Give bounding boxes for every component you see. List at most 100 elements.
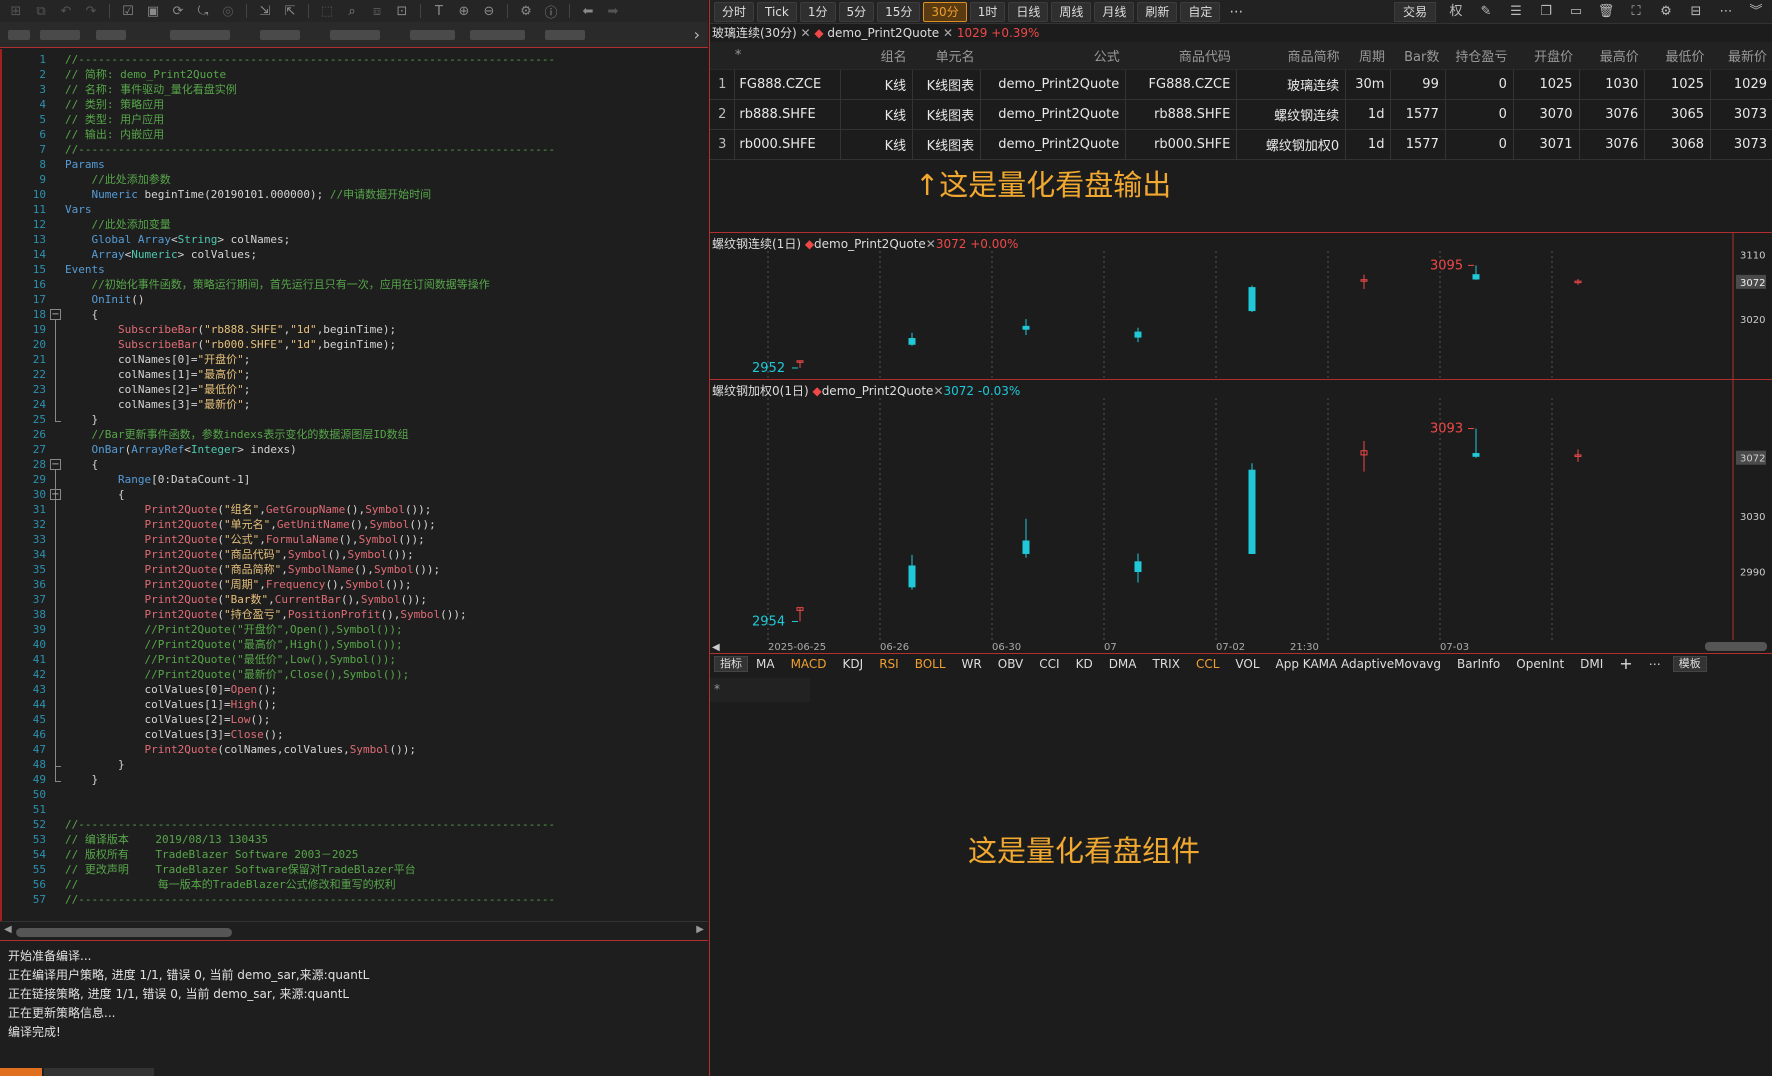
indicator-item[interactable]: MACD [783, 657, 835, 671]
column-header[interactable]: * [734, 42, 841, 70]
font-icon[interactable]: T [429, 2, 449, 20]
code-line[interactable]: 30 { [2, 487, 702, 502]
replace-icon[interactable]: ⧈ [367, 2, 387, 20]
code-line[interactable]: 41 //Print2Quote("最低价",Low(),Symbol()); [2, 652, 702, 667]
code-line[interactable]: 47 Print2Quote(colNames,colValues,Symbol… [2, 742, 702, 757]
settings-icon[interactable]: ⚙ [1656, 2, 1676, 22]
code-line[interactable]: 52 //------------------------------------… [2, 817, 702, 832]
code-line[interactable]: 7 //-------------------------------------… [2, 142, 702, 157]
indicator-item[interactable]: WR [954, 657, 990, 671]
code-line[interactable]: 1 //-------------------------------------… [2, 52, 702, 67]
code-line[interactable]: 35 Print2Quote("商品简称",SymbolName(),Symbo… [2, 562, 702, 577]
code-line[interactable]: 54 // 版权所有 TradeBlazer Software 2003－2025 [2, 847, 702, 862]
code-line[interactable]: 25 } [2, 412, 702, 427]
undo-icon[interactable]: ↶ [56, 2, 76, 20]
code-line[interactable]: 29 Range[0:DataCount-1] [2, 472, 702, 487]
code-line[interactable]: 46 colValues[3]=Close(); [2, 727, 702, 742]
blurred-tab[interactable] [170, 30, 230, 40]
zoom-out-icon[interactable]: ⊖ [479, 2, 499, 20]
code-line[interactable]: 11 Vars [2, 202, 702, 217]
status-tab-active[interactable] [0, 1068, 42, 1076]
code-line[interactable]: 26 //Bar更新事件函数，参数indexs表示变化的数据源图层ID数组 [2, 427, 702, 442]
column-header[interactable]: Bar数 [1390, 42, 1446, 70]
table-row[interactable]: 3 rb000.SHFE K线 K线图表 demo_Print2Quote rb000.S… [710, 129, 1772, 160]
code-line[interactable]: 5 // 类型: 用户应用 [2, 112, 702, 127]
code-line[interactable]: 50 [2, 787, 702, 802]
chart-panel-rb888[interactable]: 螺纹钢连续(1日) ◆demo_Print2Quote✕3072 +0.00% 3… [710, 232, 1772, 379]
scrollbar-thumb[interactable] [16, 928, 232, 937]
code-editor[interactable]: 1 //-------------------------------------… [0, 49, 708, 921]
period-button[interactable]: 5分 [838, 1, 875, 22]
collapse-icon[interactable]: ︾ [1746, 2, 1766, 22]
scroll-right-icon[interactable]: ▶ [696, 924, 704, 935]
indicator-item[interactable]: BOLL [907, 657, 954, 671]
trash-icon[interactable]: 🗑 [1596, 2, 1616, 22]
period-button[interactable]: 日线 [1008, 1, 1049, 22]
period-button[interactable]: 周线 [1051, 1, 1092, 22]
period-button[interactable]: 15分 [877, 1, 921, 22]
indicator-item[interactable]: OpenInt [1508, 657, 1572, 671]
period-button[interactable]: 1时 [969, 1, 1006, 22]
code-line[interactable]: 2 // 简称: demo_Print2Quote [2, 67, 702, 82]
stop-icon[interactable]: ◎ [218, 2, 238, 20]
draw-pen-icon[interactable]: ✎ [1476, 2, 1496, 22]
indicator-item[interactable]: DMA [1101, 657, 1145, 671]
trade-button[interactable]: 交易 [1393, 2, 1436, 22]
column-header[interactable]: 最高价 [1579, 42, 1645, 70]
chevron-right-icon[interactable]: › [694, 25, 700, 44]
code-line[interactable]: 14 Array<Numeric> colValues; [2, 247, 702, 262]
new-file-icon[interactable]: ⊞ [6, 2, 26, 20]
period-button[interactable]: 刷新 [1137, 1, 1178, 22]
column-header[interactable]: 最新价 [1710, 42, 1772, 70]
code-line[interactable]: 31 Print2Quote("组名",GetGroupName(),Symbo… [2, 502, 702, 517]
blurred-tab[interactable] [330, 30, 380, 40]
candle[interactable] [908, 554, 916, 590]
code-line[interactable]: 13 Global Array<String> colNames; [2, 232, 702, 247]
period-button[interactable]: 月线 [1094, 1, 1135, 22]
candle[interactable] [796, 607, 804, 622]
back-arrow-icon[interactable]: ⬅ [578, 2, 598, 20]
zoom-in-icon[interactable]: ⊕ [454, 2, 474, 20]
fold-toggle-icon[interactable]: − [50, 459, 61, 470]
indicator-item[interactable]: MA [748, 657, 783, 671]
layout-icon[interactable]: ⊟ [1686, 2, 1706, 22]
code-line[interactable]: 32 Print2Quote("单元名",GetUnitName(),Symbo… [2, 517, 702, 532]
export-icon[interactable]: ⇱ [280, 2, 300, 20]
chart-scrollbar-thumb[interactable] [1705, 642, 1767, 651]
code-line[interactable]: 51 [2, 802, 702, 817]
code-line[interactable]: 16 //初始化事件函数，策略运行期间，首先运行且只有一次，应用在订阅数据等操作 [2, 277, 702, 292]
code-line[interactable]: 8 Params [2, 157, 702, 172]
code-line[interactable]: 49 } [2, 772, 702, 787]
column-header[interactable]: 单元名 [912, 42, 981, 70]
column-header[interactable]: 最低价 [1644, 42, 1711, 70]
column-header[interactable]: 持仓盈亏 [1445, 42, 1514, 70]
add-indicator-icon[interactable]: + [1611, 654, 1640, 673]
code-line[interactable]: 48 } [2, 757, 702, 772]
chart-panel-rb000[interactable]: 螺纹钢加权0(1日) ◆demo_Print2Quote✕3072 -0.03%… [710, 379, 1772, 640]
blurred-tab[interactable] [545, 30, 585, 40]
code-line[interactable]: 6 // 输出: 内嵌应用 [2, 127, 702, 142]
indicator-item[interactable]: KDJ [835, 657, 872, 671]
indicator-item[interactable]: RSI [871, 657, 907, 671]
search-icon[interactable]: ⌕ [342, 2, 362, 20]
indicator-item[interactable]: BarInfo [1449, 657, 1508, 671]
period-button[interactable]: 1分 [799, 1, 836, 22]
code-line[interactable]: 36 Print2Quote("周期",Frequency(),Symbol()… [2, 577, 702, 592]
template-button[interactable]: 模板 [1672, 655, 1707, 672]
indicator-item[interactable]: OBV [990, 657, 1032, 671]
candle[interactable] [1248, 285, 1256, 312]
table-row[interactable]: 1 FG888.CZCE K线 K线图表 demo_Print2Quote FG888.C… [710, 69, 1772, 100]
code-line[interactable]: 55 // 更改声明 TradeBlazer Software保留对TradeBl… [2, 862, 702, 877]
code-line[interactable]: 19 SubscribeBar("rb888.SHFE","1d",beginT… [2, 322, 702, 337]
find-in-files-icon[interactable]: ⊡ [392, 2, 412, 20]
scroll-left-icon[interactable]: ◀ [4, 924, 12, 935]
code-line[interactable]: 17 OnInit() [2, 292, 702, 307]
candle[interactable] [1574, 278, 1582, 285]
candle[interactable] [1472, 265, 1480, 280]
info-icon[interactable]: ⓘ [541, 2, 561, 21]
code-line[interactable]: 56 // 每一版本的TradeBlazer公式修改和重写的权利 [2, 877, 702, 892]
fold-toggle-icon[interactable]: − [50, 489, 61, 500]
close-icon[interactable]: ✕ [800, 26, 810, 40]
code-line[interactable]: 28 { [2, 457, 702, 472]
indicator-item[interactable]: App KAMA AdaptiveMovavg [1268, 657, 1449, 671]
